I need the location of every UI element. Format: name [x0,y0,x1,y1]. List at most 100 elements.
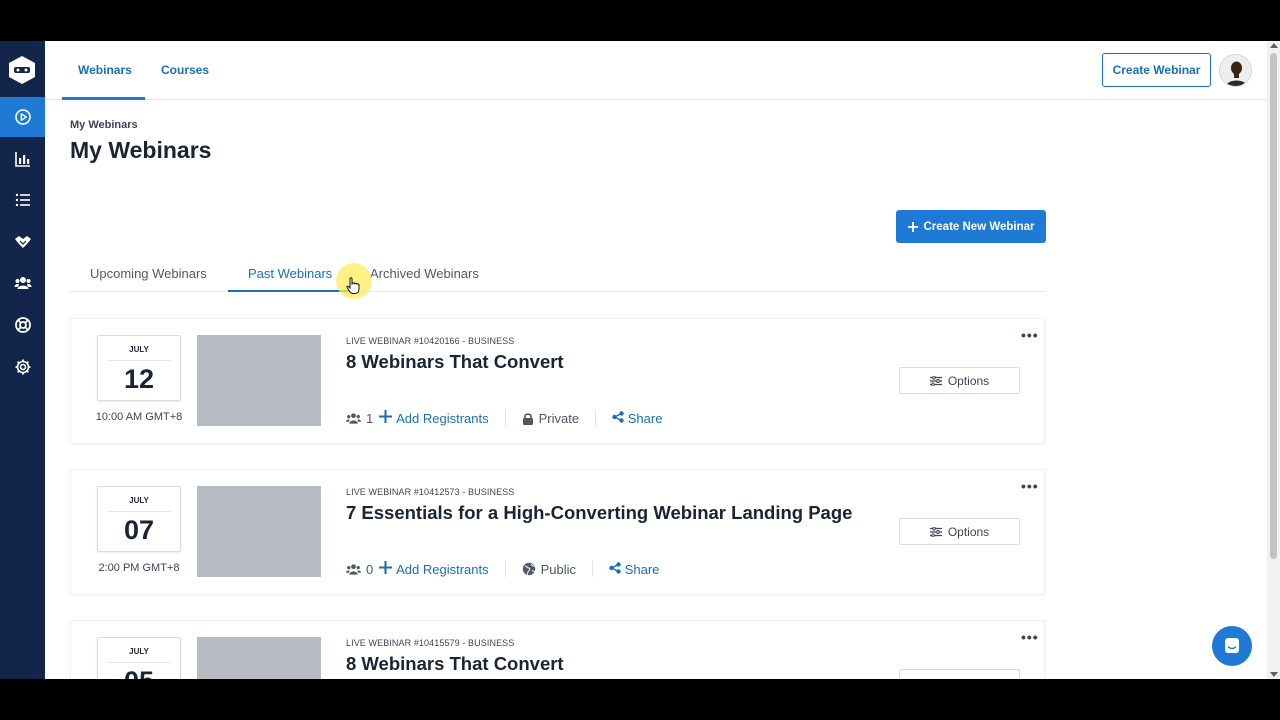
globe-icon [522,562,535,576]
scroll-down-icon[interactable] [1270,672,1278,677]
list-icon [15,193,30,207]
tab-past-label: Past Webinars [248,265,333,281]
webinar-thumbnail[interactable] [197,637,321,679]
create-webinar-button[interactable]: Create Webinar [1102,53,1211,87]
app-window: Webinars Courses Create Webinar My Webin… [0,41,1280,679]
webinar-card: JULY 12 10:00 AM GMT+8 LIVE WEBINAR #104… [70,318,1045,444]
users-icon [14,277,31,289]
sidebar-item-list[interactable] [0,180,45,220]
date-month: JULY [129,496,149,505]
share-label: Share [627,410,663,426]
webinar-thumbnail[interactable] [197,486,321,577]
webinar-info-row: 1 Add Registrants Private Share [346,408,662,428]
add-registrants-link[interactable]: Add Registrants [378,410,489,426]
users-icon [346,412,361,424]
webinar-time: 2:00 PM GMT+8 [98,562,180,574]
share-icon [609,561,621,574]
sidebar-item-help[interactable] [0,305,45,345]
scroll-up-icon[interactable] [1270,43,1278,48]
tab-upcoming-label: Upcoming Webinars [90,265,207,281]
tab-webinars[interactable]: Webinars [62,41,145,100]
options-button[interactable]: Options [899,518,1020,545]
registrant-count: 1 [366,410,374,426]
share-link[interactable]: Share [609,562,659,577]
options-button[interactable]: Options [899,367,1020,394]
tab-courses-label: Courses [161,63,210,77]
webinar-meta: LIVE WEBINAR #10412573 - BUSINESS [346,487,515,497]
registrant-count: 0 [366,561,374,577]
avatar[interactable] [1219,54,1252,87]
date-box: JULY 07 [97,486,181,552]
plus-icon [379,561,393,574]
date-day: 05 [98,666,180,679]
date-month: JULY [129,345,149,354]
page-scrollbar[interactable] [1267,41,1280,679]
lock-icon [522,412,533,425]
options-button[interactable] [899,669,1020,679]
divider [504,410,506,426]
more-actions-icon[interactable]: ••• [1021,478,1039,494]
webinar-info-row: 0 Add Registrants Public Share [346,559,659,579]
page-title: My Webinars [70,137,212,163]
date-divider [107,360,171,361]
scrollbar-thumb[interactable] [1270,53,1277,559]
privacy-status: Private [538,410,580,426]
divider [595,410,597,426]
date-box: JULY 05 [97,637,181,679]
share-link[interactable]: Share [612,411,662,426]
top-nav: Webinars Courses Create Webinar [45,41,1267,100]
sidebar-item-contacts[interactable] [0,263,45,303]
sliders-icon [929,375,942,386]
webinar-title[interactable]: 7 Essentials for a High-Converting Webin… [346,502,852,524]
tab-upcoming-webinars[interactable]: Upcoming Webinars [70,255,227,291]
date-day: 07 [123,515,155,545]
webinar-card: JULY 07 2:00 PM GMT+8 LIVE WEBINAR #1041… [70,469,1045,595]
date-divider [107,511,171,512]
tab-courses[interactable]: Courses [145,41,225,99]
bar-chart-icon [14,152,30,167]
plus-icon [907,221,918,232]
tab-archived-webinars[interactable]: Archived Webinars [350,255,499,291]
chat-launcher-button[interactable] [1212,626,1252,666]
webinar-meta: LIVE WEBINAR #10415579 - BUSINESS [346,638,515,648]
breadcrumb[interactable]: My Webinars [70,119,138,131]
tab-past-webinars[interactable]: Past Webinars [228,255,353,292]
date-box: JULY 12 [97,335,181,401]
share-icon [612,410,624,423]
create-new-webinar-button[interactable]: Create New Webinar [896,210,1046,243]
handshake-icon [14,236,31,248]
users-icon [346,563,361,575]
add-registrants-label: Add Registrants [396,562,489,577]
hand-cursor-icon [346,277,360,294]
logo[interactable] [7,55,37,85]
webinar-tabs: Upcoming Webinars Past Webinars Archived… [70,255,1045,292]
play-circle-icon [14,109,31,125]
plus-icon [379,410,393,423]
more-actions-icon[interactable]: ••• [1021,629,1039,645]
webinar-meta: LIVE WEBINAR #10420166 - BUSINESS [346,336,515,346]
tab-archived-label: Archived Webinars [370,265,479,281]
chat-icon [1225,638,1239,653]
create-webinar-label: Create Webinar [1112,63,1201,77]
options-label: Options [947,524,990,539]
webinar-title[interactable]: 8 Webinars That Convert [346,351,564,373]
sliders-icon [929,526,942,537]
divider [592,561,594,577]
sidebar-item-analytics[interactable] [0,139,45,179]
share-label: Share [624,561,660,577]
create-new-webinar-label: Create New Webinar [923,220,1035,233]
add-registrants-label: Add Registrants [396,411,489,426]
webinar-thumbnail[interactable] [197,335,321,426]
date-divider [107,662,171,663]
webinar-time: 10:00 AM GMT+8 [95,411,183,423]
sidebar-item-settings[interactable] [0,347,45,387]
options-label: Options [947,373,990,388]
sidebar-item-integrations[interactable] [0,222,45,262]
date-month: JULY [129,647,149,656]
webinar-title[interactable]: 8 Webinars That Convert [346,653,564,675]
sidebar [0,41,45,679]
more-actions-icon[interactable]: ••• [1021,327,1039,343]
sidebar-item-webinars[interactable] [0,97,45,137]
add-registrants-link[interactable]: Add Registrants [378,561,489,577]
lifebuoy-icon [14,317,31,333]
